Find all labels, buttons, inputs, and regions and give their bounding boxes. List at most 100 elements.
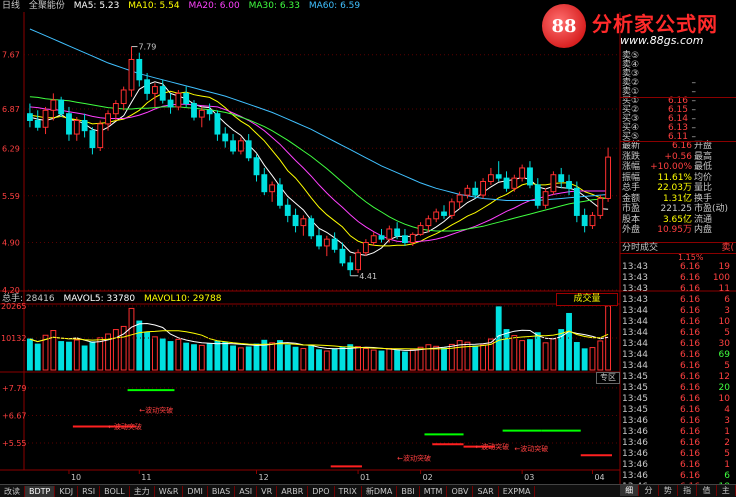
trade-row[interactable]: 13:44 6.16 5 bbox=[620, 328, 736, 339]
stat-label: 振幅 bbox=[622, 172, 641, 183]
candle-body bbox=[495, 174, 502, 179]
volume-bar bbox=[566, 312, 572, 371]
trade-row[interactable]: 13:45 6.16 12 bbox=[620, 372, 736, 383]
candle-body bbox=[284, 204, 291, 216]
trade-row[interactable]: 13:44 6.16 3 bbox=[620, 306, 736, 317]
trade-row[interactable]: 13:46 6.16 1 bbox=[620, 427, 736, 438]
volume-bar bbox=[42, 334, 49, 371]
volume-bar bbox=[503, 329, 510, 371]
trade-price: 6.16 bbox=[680, 460, 701, 470]
trade-price: 6.16 bbox=[680, 427, 701, 437]
candle-body bbox=[136, 58, 143, 81]
volume-bar bbox=[128, 307, 135, 371]
tab-asi[interactable]: ASI bbox=[235, 485, 258, 497]
stat-label-2: 最低 bbox=[694, 162, 713, 172]
price-tick-label: 4.90 bbox=[2, 239, 20, 248]
volume-bar bbox=[480, 344, 487, 371]
trade-row[interactable]: 13:45 6.16 10 bbox=[620, 394, 736, 405]
trade-row[interactable]: 13:46 6.16 5 bbox=[620, 449, 736, 460]
tab-w&r[interactable]: W&R bbox=[155, 485, 184, 497]
tab-sar[interactable]: SAR bbox=[473, 485, 499, 497]
tab-kdj[interactable]: KDJ bbox=[55, 485, 79, 497]
trade-time: 13:46 bbox=[622, 460, 648, 470]
tab-dmi[interactable]: DMI bbox=[183, 485, 208, 497]
panel-tab-1[interactable]: 分 bbox=[639, 485, 659, 496]
tab-bbi[interactable]: BBI bbox=[397, 485, 420, 497]
volume-bar bbox=[167, 341, 174, 371]
tab-bdtp[interactable]: BDTP bbox=[25, 485, 56, 497]
candle-body bbox=[191, 103, 197, 118]
tab-dpo[interactable]: DPO bbox=[308, 485, 335, 497]
stat-value: 3.65亿 bbox=[662, 214, 692, 225]
tab-新dma[interactable]: 新DMA bbox=[362, 485, 398, 497]
candle-body bbox=[503, 177, 510, 189]
panel-tab-3[interactable]: 指 bbox=[677, 485, 698, 496]
trade-row[interactable]: 13:44 6.16 30 bbox=[620, 339, 736, 350]
trade-row[interactable]: 13:46 6.16 3 bbox=[620, 416, 736, 427]
trade-volume: 20 bbox=[718, 383, 730, 393]
trade-row[interactable]: 13:43 6.16 11 bbox=[620, 284, 736, 295]
candle-body bbox=[464, 187, 471, 196]
trade-time: 13:45 bbox=[622, 372, 648, 382]
trade-row[interactable]: 13:45 6.16 4 bbox=[620, 405, 736, 416]
indicator-tick-label: +6.67 bbox=[2, 411, 27, 420]
volume-bar bbox=[245, 346, 252, 371]
breakout-label: ←波动突破 bbox=[475, 442, 509, 451]
volume-indicator-button[interactable]: 成交量 bbox=[556, 293, 618, 306]
trade-price: 6.16 bbox=[680, 306, 701, 316]
trade-volume: 10 bbox=[718, 394, 730, 404]
tab-bias[interactable]: BIAS bbox=[208, 485, 236, 497]
tab-boll[interactable]: BOLL bbox=[100, 485, 130, 497]
tab-expma[interactable]: EXPMA bbox=[499, 485, 536, 497]
candle-body bbox=[253, 157, 260, 176]
trade-time: 13:44 bbox=[622, 350, 648, 360]
trade-row[interactable]: 13:43 6.16 6 bbox=[620, 295, 736, 306]
trade-volume: 6 bbox=[724, 295, 730, 305]
candle-body bbox=[300, 218, 307, 227]
logo-mark-text: 88 bbox=[551, 16, 577, 37]
candle-body bbox=[214, 113, 221, 135]
trade-row[interactable]: 13:44 6.16 10 bbox=[620, 317, 736, 328]
candle-body bbox=[409, 233, 416, 244]
logo-mark-icon: 88 bbox=[542, 4, 586, 48]
tab-trix[interactable]: TRIX bbox=[335, 485, 362, 497]
tab-vr[interactable]: VR bbox=[257, 485, 278, 497]
stat-label: 市盈 bbox=[622, 204, 641, 214]
tab-改读[interactable]: 改读 bbox=[0, 485, 25, 497]
trade-row[interactable]: 13:45 6.16 20 bbox=[620, 383, 736, 394]
panel-tab-2[interactable]: 势 bbox=[658, 485, 678, 496]
trade-row[interactable]: 13:46 6.16 2 bbox=[620, 438, 736, 449]
tab-rsi[interactable]: RSI bbox=[78, 485, 101, 497]
trade-row[interactable]: 13:44 6.16 69 bbox=[620, 350, 736, 361]
trade-price: 6.16 bbox=[680, 317, 701, 327]
trade-volume: 100 bbox=[712, 273, 730, 283]
panel-tab-4[interactable]: 值 bbox=[697, 485, 717, 496]
tab-主力[interactable]: 主力 bbox=[130, 485, 155, 497]
panel-tab-5[interactable]: 主 bbox=[716, 485, 736, 496]
volume-bar bbox=[339, 347, 346, 371]
trade-row[interactable]: 13:46 6.16 1 bbox=[620, 460, 736, 471]
trade-row[interactable]: 13:44 6.16 5 bbox=[620, 361, 736, 372]
breakout-label: ←波动突破 bbox=[397, 454, 431, 463]
order-book-divider bbox=[620, 97, 736, 98]
candle-body bbox=[50, 99, 57, 111]
volume-bar bbox=[433, 345, 440, 371]
stat-label-2: 内盘 bbox=[694, 225, 713, 235]
zoom-area-button[interactable]: 专区 bbox=[596, 372, 620, 384]
period-label[interactable]: 日线 bbox=[2, 1, 20, 11]
volume-bar bbox=[316, 349, 322, 371]
volume-bar bbox=[581, 348, 588, 371]
stat-label: 外盘 bbox=[622, 225, 641, 235]
trade-row[interactable]: 13:46 6.16 6 bbox=[620, 471, 736, 482]
volume-bar bbox=[417, 346, 424, 371]
tab-mtm[interactable]: MTM bbox=[420, 485, 448, 497]
tab-arbr[interactable]: ARBR bbox=[277, 485, 309, 497]
panel-tab-0[interactable]: 细 bbox=[620, 485, 640, 496]
volume-bar bbox=[66, 341, 72, 371]
stat-row: 金额 1.31亿 换手 bbox=[620, 194, 736, 204]
trade-row[interactable]: 13:43 6.16 19 bbox=[620, 262, 736, 273]
trade-row[interactable]: 13:43 6.16 100 bbox=[620, 273, 736, 284]
tab-obv[interactable]: OBV bbox=[447, 485, 474, 497]
volume-bar bbox=[308, 344, 315, 371]
volume-bar bbox=[542, 342, 549, 371]
